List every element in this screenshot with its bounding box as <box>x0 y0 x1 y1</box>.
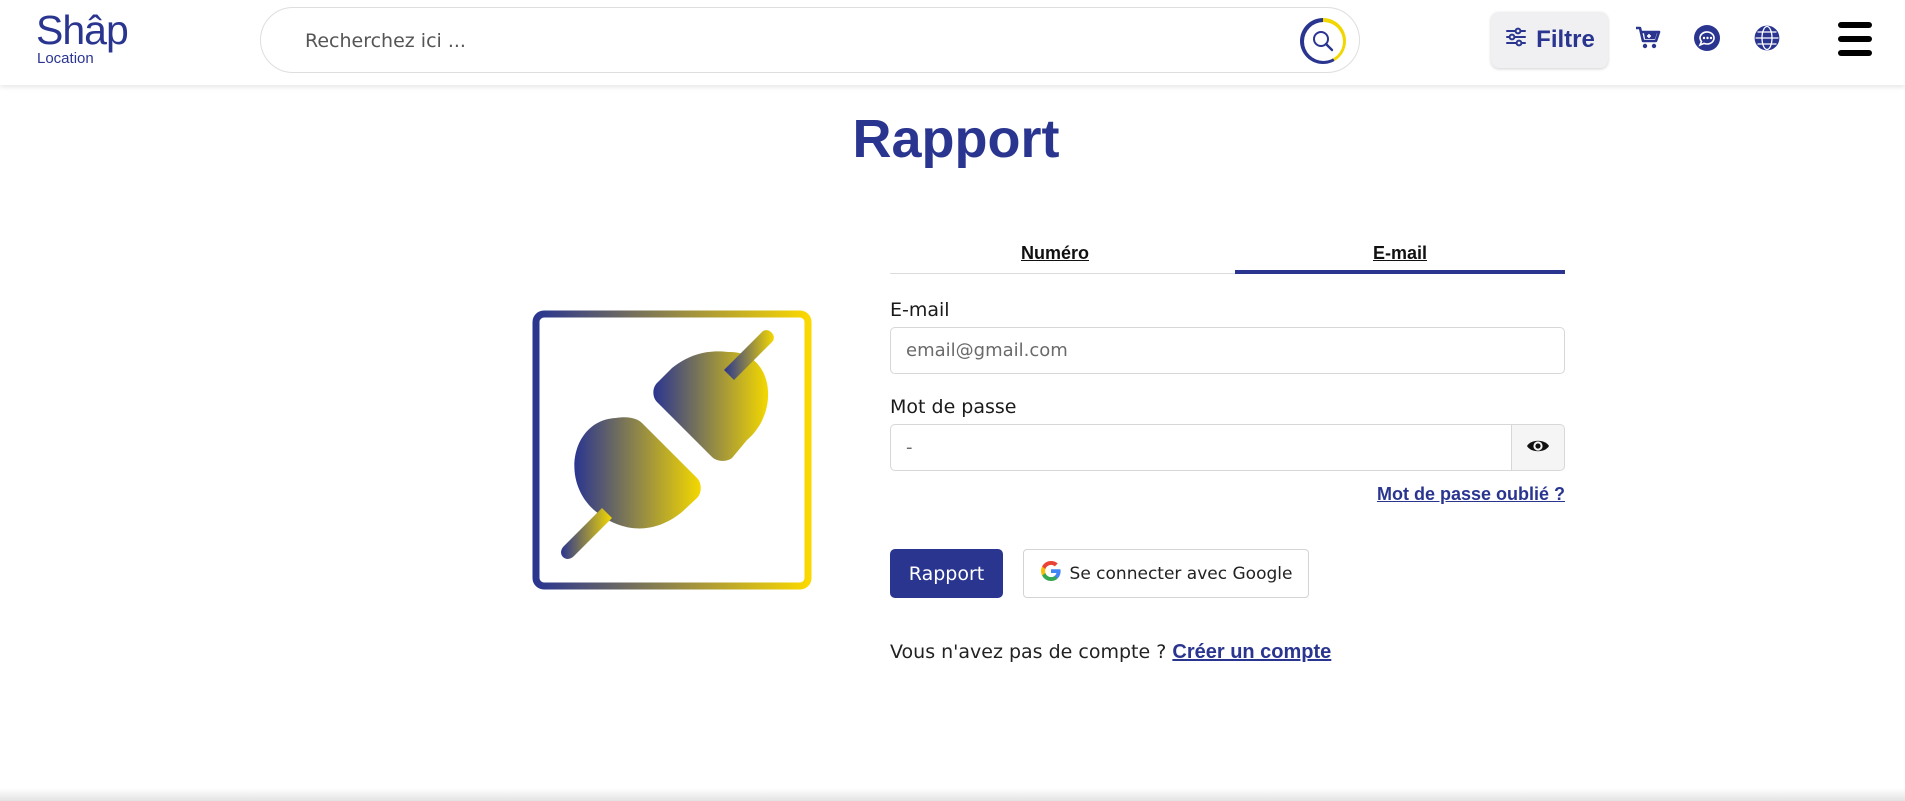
google-signin-label: Se connecter avec Google <box>1069 563 1293 584</box>
chat-icon[interactable] <box>1691 22 1723 54</box>
create-account-link[interactable]: Créer un compte <box>1172 641 1331 663</box>
password-label: Mot de passe <box>890 396 1017 418</box>
search-input[interactable] <box>305 24 1205 58</box>
submit-button[interactable]: Rapport <box>890 549 1003 598</box>
sliders-icon <box>1504 25 1528 56</box>
logo[interactable]: Shâp Location <box>36 10 136 70</box>
forgot-password-link[interactable]: Mot de passe oublié ? <box>1200 484 1565 505</box>
globe-icon[interactable] <box>1751 22 1783 54</box>
active-tab-indicator <box>1235 270 1565 274</box>
menu-icon[interactable] <box>1838 20 1872 58</box>
logo-subtitle: Location <box>37 50 94 67</box>
signup-prompt-line: Vous n'avez pas de compte ? Créer un com… <box>890 641 1331 664</box>
cart-icon[interactable] <box>1632 22 1664 54</box>
filter-button[interactable]: Filtre <box>1491 12 1608 68</box>
footer-edge <box>0 788 1905 801</box>
email-label: E-mail <box>890 299 950 321</box>
google-signin-button[interactable]: Se connecter avec Google <box>1023 549 1309 598</box>
search-icon <box>1303 21 1343 61</box>
signup-prompt: Vous n'avez pas de compte ? <box>890 641 1167 663</box>
page-title: Rapport <box>852 109 1060 169</box>
toggle-password-visibility-button[interactable] <box>1511 424 1565 471</box>
tab-numero[interactable]: Numéro <box>890 236 1220 274</box>
email-field[interactable] <box>890 327 1565 374</box>
search-bar <box>260 7 1360 73</box>
top-header: Shâp Location Filtre <box>0 0 1905 85</box>
logo-wordmark: Shâp <box>36 7 129 53</box>
plug-icon <box>532 310 812 590</box>
google-icon <box>1040 560 1062 587</box>
tab-email[interactable]: E-mail <box>1235 236 1565 274</box>
eye-icon <box>1526 437 1550 459</box>
password-field[interactable] <box>890 424 1512 471</box>
filter-label: Filtre <box>1536 26 1595 53</box>
login-tabs: Numéro E-mail <box>890 236 1565 274</box>
search-button[interactable] <box>1300 18 1346 64</box>
